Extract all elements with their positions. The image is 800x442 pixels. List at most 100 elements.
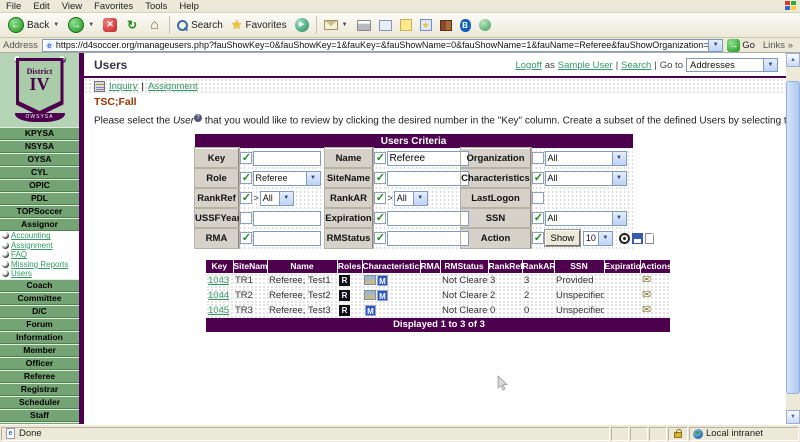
research-button[interactable] <box>436 14 456 36</box>
forward-button[interactable]: → ▼ <box>64 14 99 36</box>
sidebar-sub-accounting[interactable]: Accounting <box>0 231 79 241</box>
address-dropdown-icon[interactable]: ▼ <box>708 40 722 51</box>
row-actions[interactable]: ✉ <box>640 288 670 303</box>
search-button[interactable]: Search <box>173 14 227 36</box>
rankar-select[interactable]: All▼ <box>394 191 428 206</box>
row-actions[interactable]: ✉ <box>640 303 670 318</box>
ussfyear-checkbox[interactable] <box>240 212 252 224</box>
sidebar-sub-assignment[interactable]: Assignment <box>0 241 79 251</box>
logoff-link[interactable]: Logoff <box>515 60 541 71</box>
ussfyear-input[interactable] <box>253 211 321 226</box>
menu-help[interactable]: Help <box>173 1 205 12</box>
back-button[interactable]: ← Back ▼ <box>4 14 64 36</box>
forward-dropdown-icon[interactable]: ▼ <box>87 22 95 28</box>
sidebar-sub-users[interactable]: Users <box>0 269 79 279</box>
pagesize-select[interactable]: 10▼ <box>583 231 613 246</box>
expiration-input[interactable] <box>387 211 469 226</box>
mail-button[interactable]: ▼ <box>320 14 353 36</box>
rma-checkbox[interactable] <box>240 232 252 244</box>
sidebar-item-kpysa[interactable]: KPYSA <box>0 127 79 140</box>
go-button[interactable]: → Go <box>727 39 755 52</box>
sidebar-item-committee[interactable]: Committee <box>0 292 79 305</box>
refresh-button[interactable]: ↻ <box>121 14 143 36</box>
edit-button[interactable] <box>375 14 396 36</box>
address-input[interactable]: e https://d4soccer.org/manageusers.php?f… <box>42 39 723 52</box>
sidebar-item-referee[interactable]: Referee <box>0 370 79 383</box>
key-link[interactable]: 1045 <box>208 305 229 316</box>
chevron-down-icon[interactable]: ▼ <box>598 232 612 245</box>
sitename-checkbox[interactable] <box>374 172 386 184</box>
scroll-up-icon[interactable]: ▲ <box>786 53 800 67</box>
chevron-down-icon[interactable]: ▼ <box>763 59 777 71</box>
sidebar-item-opic[interactable]: OPIC <box>0 179 79 192</box>
sitename-input[interactable] <box>387 171 469 186</box>
chevron-down-icon[interactable]: ▼ <box>413 192 427 205</box>
search-link[interactable]: Search <box>621 60 651 71</box>
media-button[interactable]: ▶ <box>291 14 313 36</box>
rankar-checkbox[interactable] <box>374 192 386 204</box>
record-icon[interactable] <box>619 233 630 244</box>
scrollbar-thumb[interactable] <box>786 81 800 394</box>
sidebar-item-forum[interactable]: Forum <box>0 318 79 331</box>
goto-select[interactable]: Addresses ▼ <box>686 58 778 72</box>
chevron-down-icon[interactable]: ▼ <box>306 172 320 185</box>
note-button[interactable] <box>396 14 416 36</box>
assignment-link[interactable]: Assignment <box>148 81 198 92</box>
name-input[interactable] <box>387 151 469 166</box>
rankref-checkbox[interactable] <box>240 192 252 204</box>
sidebar-item-nsysa[interactable]: NSYSA <box>0 140 79 153</box>
sidebar-item-registrar[interactable]: Registrar <box>0 383 79 396</box>
bluetooth-button[interactable]: B <box>456 14 475 36</box>
save-icon[interactable] <box>632 233 643 244</box>
row-actions[interactable]: ✉ <box>640 273 670 288</box>
back-dropdown-icon[interactable]: ▼ <box>52 22 60 28</box>
action-checkbox[interactable] <box>532 232 544 244</box>
export-icon[interactable] <box>645 233 654 244</box>
menu-edit[interactable]: Edit <box>27 1 55 12</box>
stop-button[interactable]: ✕ <box>99 14 121 36</box>
characteristics-checkbox[interactable] <box>532 172 544 184</box>
show-button[interactable]: Show <box>545 230 581 246</box>
help-icon[interactable]: ? <box>194 114 202 122</box>
rmstatus-checkbox[interactable] <box>374 232 386 244</box>
chevron-down-icon[interactable]: ▼ <box>612 172 626 185</box>
rmstatus-input[interactable] <box>387 231 469 246</box>
key-link[interactable]: 1044 <box>208 290 229 301</box>
sidebar-item-information[interactable]: Information <box>0 331 79 344</box>
sidebar-item-cyl[interactable]: CYL <box>0 166 79 179</box>
organization-select[interactable]: All▼ <box>545 151 627 166</box>
ssn-select[interactable]: All▼ <box>545 211 627 226</box>
sidebar-item-staff[interactable]: Staff <box>0 409 79 422</box>
ssn-checkbox[interactable] <box>532 212 544 224</box>
sample-user-link[interactable]: Sample User <box>558 60 613 71</box>
role-select[interactable]: Referee▼ <box>253 171 321 186</box>
sidebar-item-dc[interactable]: D/C <box>0 305 79 318</box>
sidebar-item-topsoccer[interactable]: TOPSoccer <box>0 205 79 218</box>
scroll-down-icon[interactable]: ▼ <box>786 410 800 424</box>
sidebar-item-member[interactable]: Member <box>0 344 79 357</box>
rma-input[interactable] <box>253 231 321 246</box>
sidebar-sub-faq[interactable]: FAQ <box>0 250 79 260</box>
menu-file[interactable]: File <box>0 1 27 12</box>
rankref-select[interactable]: All▼ <box>260 191 294 206</box>
role-checkbox[interactable] <box>240 172 252 184</box>
print-button[interactable] <box>353 14 375 36</box>
sidebar-item-assignor[interactable]: Assignor <box>0 218 79 231</box>
chevron-down-icon[interactable]: ▼ <box>279 192 293 205</box>
vertical-scrollbar[interactable]: ▲ ▼ <box>786 53 800 424</box>
sidebar-item-pdl[interactable]: PDL <box>0 192 79 205</box>
organization-checkbox[interactable] <box>532 152 544 164</box>
home-button[interactable]: ⌂ <box>143 14 166 36</box>
menu-view[interactable]: View <box>56 1 88 12</box>
menu-favorites[interactable]: Favorites <box>88 1 139 12</box>
address-url[interactable]: https://d4soccer.org/manageusers.php?fau… <box>56 40 708 50</box>
expiration-checkbox[interactable] <box>374 212 386 224</box>
menu-tools[interactable]: Tools <box>139 1 173 12</box>
sidebar-item-coach[interactable]: Coach <box>0 279 79 292</box>
name-checkbox[interactable] <box>374 152 386 164</box>
add-favorite-button[interactable]: ★ <box>416 14 436 36</box>
characteristics-select[interactable]: All▼ <box>545 171 627 186</box>
inquiry-link[interactable]: Inquiry <box>109 81 138 92</box>
messenger-button[interactable] <box>475 14 495 36</box>
lastlogon-checkbox[interactable] <box>532 192 544 204</box>
